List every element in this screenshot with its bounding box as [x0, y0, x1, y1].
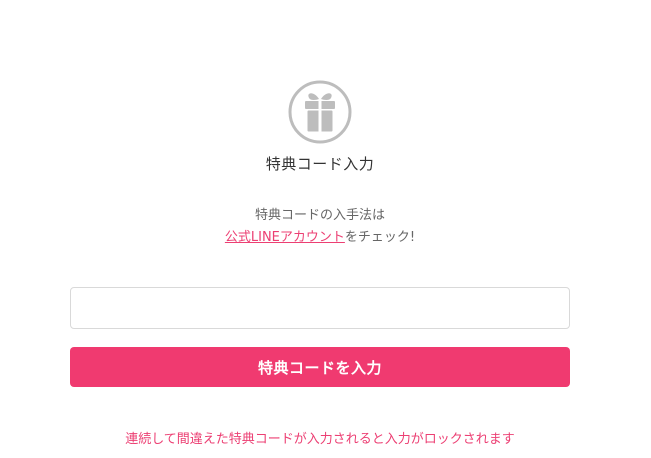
- promo-code-input[interactable]: [70, 287, 570, 329]
- code-hint: 特典コードの入手法は 公式LINEアカウントをチェック!: [0, 205, 640, 249]
- official-line-account-link[interactable]: 公式LINEアカウント: [225, 230, 345, 245]
- hint-line-1: 特典コードの入手法は: [254, 208, 385, 223]
- hint-line-2-suffix: をチェック!: [344, 230, 416, 245]
- gift-icon: [288, 80, 352, 144]
- submit-code-button[interactable]: 特典コードを入力: [70, 347, 570, 387]
- lockout-warning: 連続して間違えた特典コードが入力されると入力がロックされます: [125, 432, 515, 447]
- hint-line-2: 公式LINEアカウントをチェック!: [0, 227, 640, 249]
- promo-code-page: 特典コード入力 特典コードの入手法は 公式LINEアカウントをチェック! 特典コ…: [0, 0, 651, 458]
- page-title: 特典コード入力: [265, 155, 375, 173]
